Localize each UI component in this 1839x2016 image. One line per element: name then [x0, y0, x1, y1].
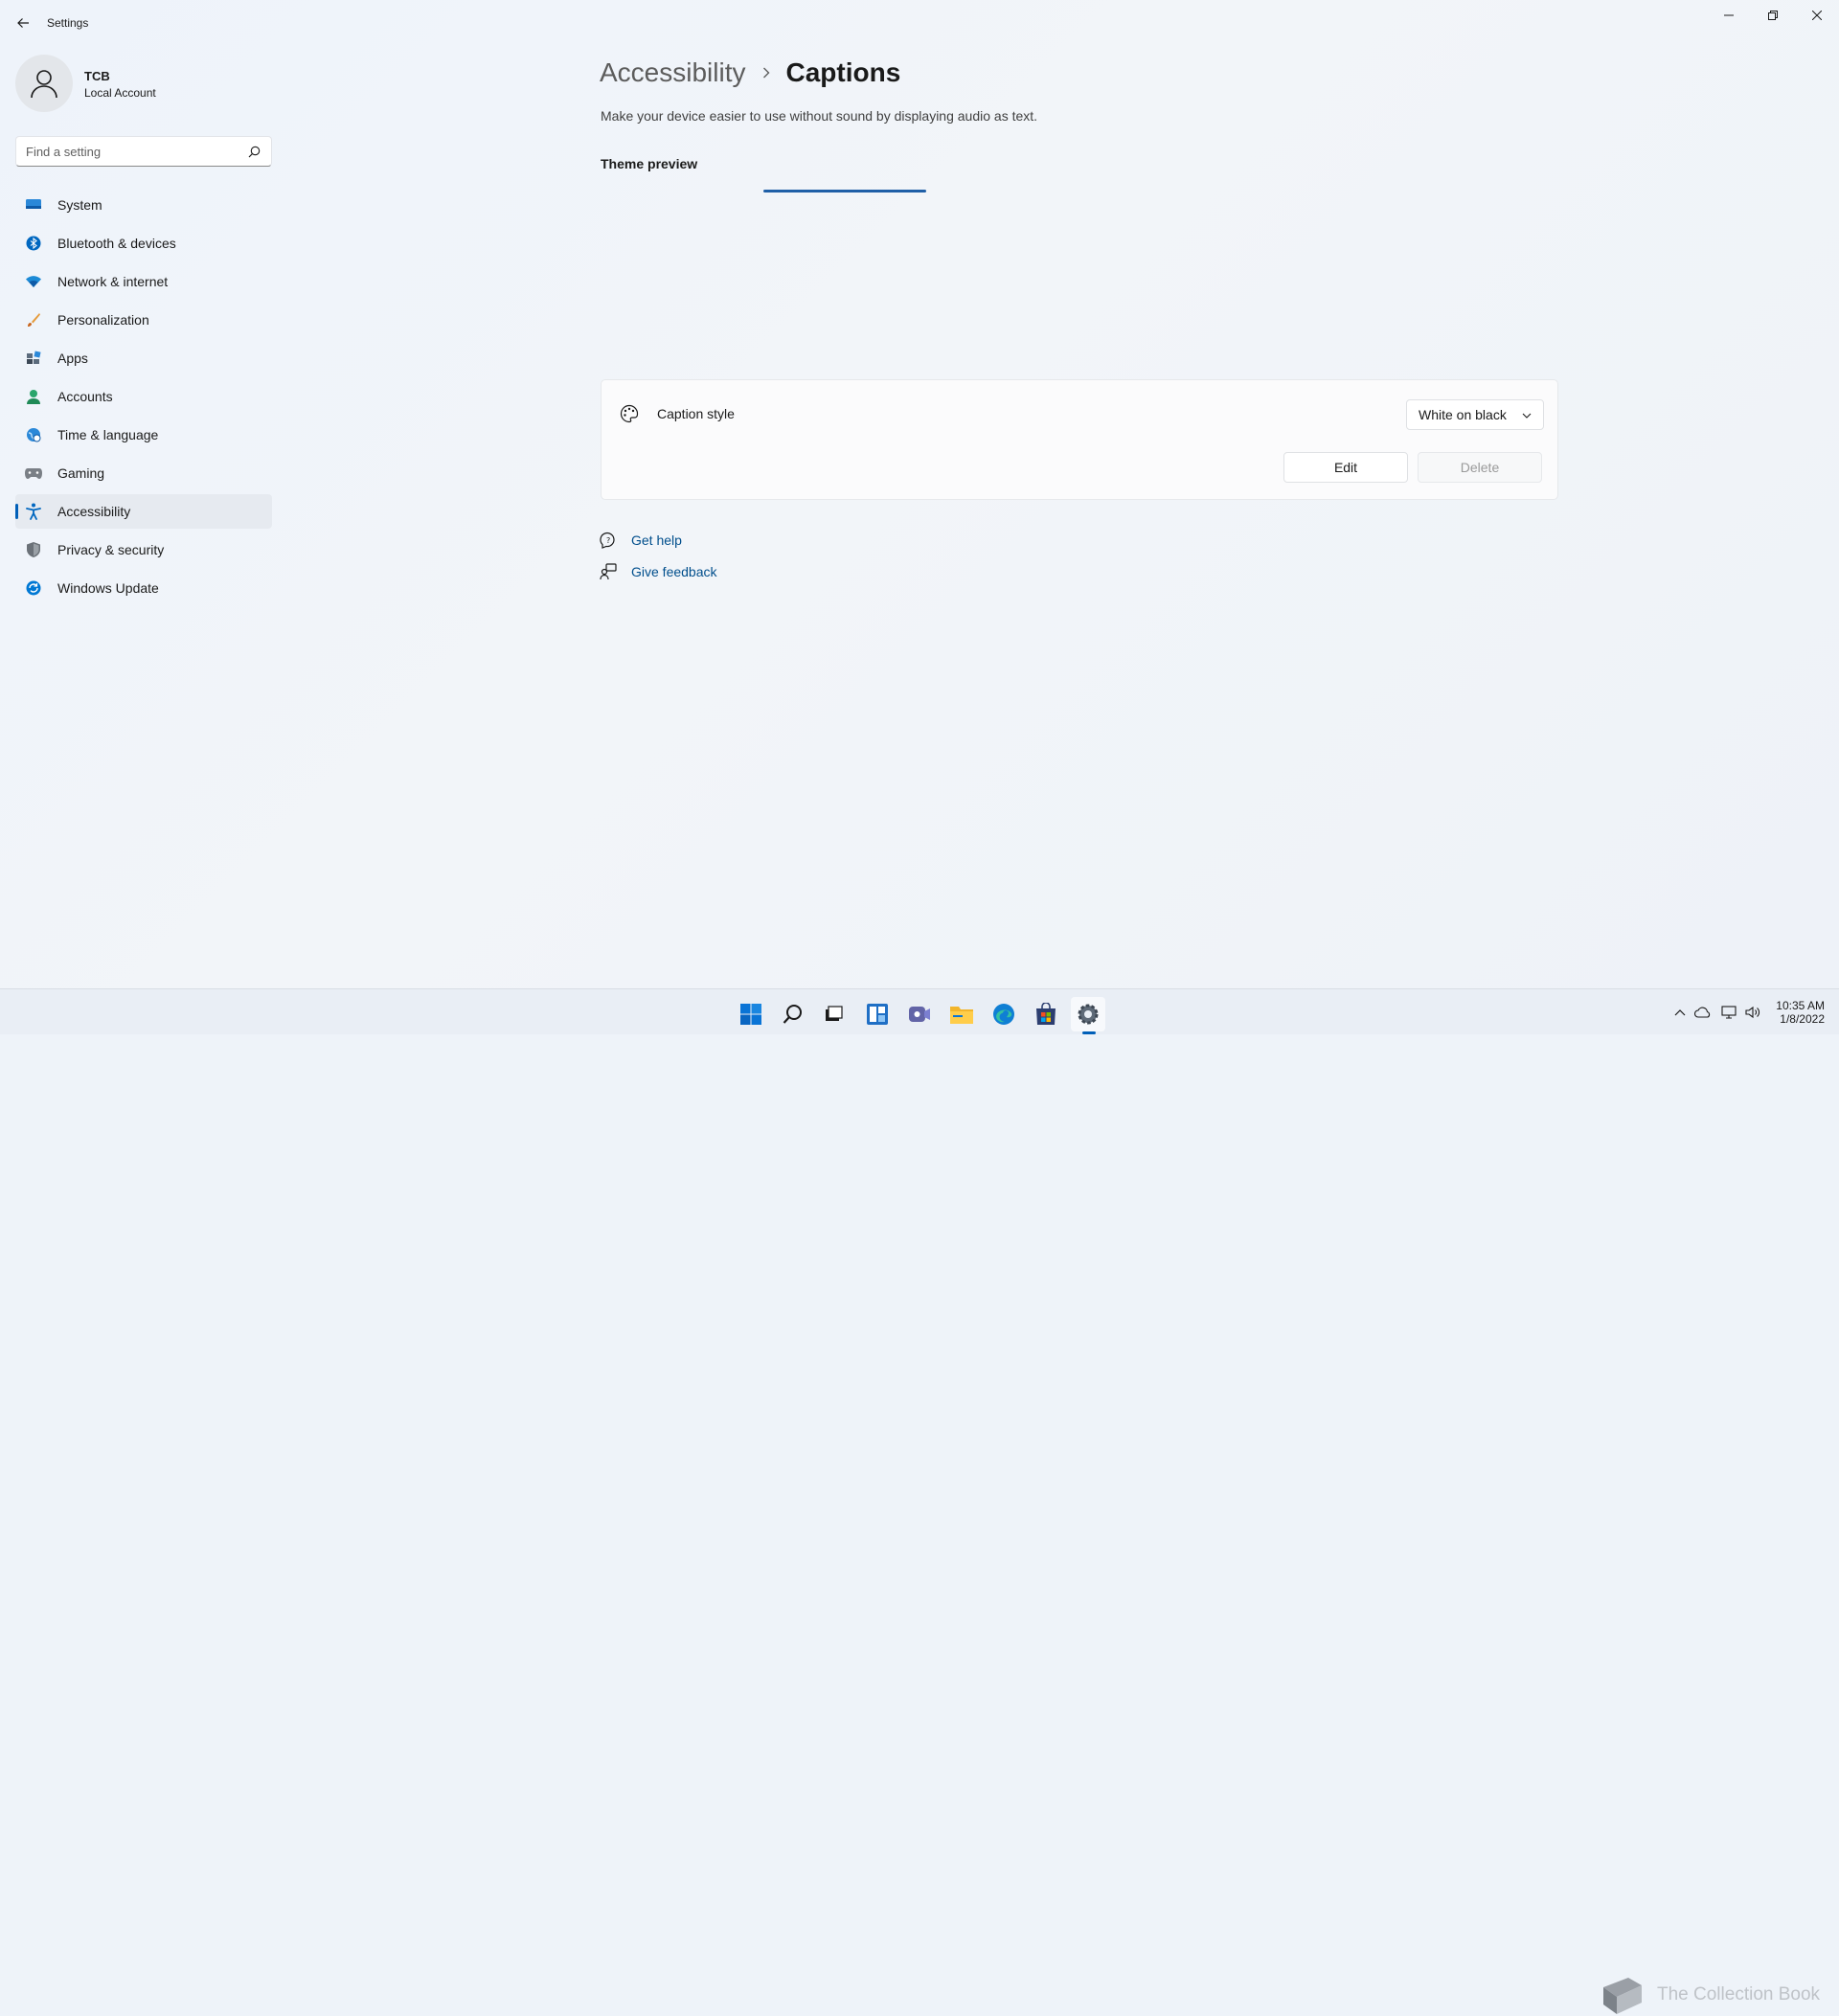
accessibility-icon: [25, 503, 42, 520]
update-icon: [25, 579, 42, 597]
onedrive-icon[interactable]: [1693, 1003, 1713, 1022]
store-icon[interactable]: [1029, 997, 1063, 1031]
breadcrumb: Accessibility Captions: [600, 54, 900, 92]
settings-window: Settings TCB Local Account System: [0, 0, 1839, 988]
close-button[interactable]: [1795, 0, 1839, 31]
book-logo-icon: [1603, 1978, 1642, 2014]
sidebar-item-time-language[interactable]: Time & language: [15, 418, 272, 452]
breadcrumb-parent[interactable]: Accessibility: [600, 57, 745, 88]
network-icon[interactable]: [1719, 1003, 1738, 1022]
wifi-icon: [25, 273, 42, 290]
app-title: Settings: [47, 16, 89, 30]
feedback-icon: [600, 563, 617, 580]
page-title: Captions: [785, 57, 901, 87]
page-description: Make your device easier to use without s…: [601, 108, 1038, 124]
caption-style-dropdown[interactable]: White on black: [1406, 399, 1544, 430]
sidebar-item-label: Personalization: [57, 312, 149, 328]
sidebar-item-windows-update[interactable]: Windows Update: [15, 571, 272, 605]
get-help-link[interactable]: ? Get help: [600, 532, 682, 549]
bluetooth-icon: [25, 235, 42, 252]
sidebar-item-label: Bluetooth & devices: [57, 236, 176, 251]
sidebar-item-label: Windows Update: [57, 580, 159, 596]
clock[interactable]: 10:35 AM 1/8/2022: [1772, 999, 1825, 1026]
accounts-icon: [25, 388, 42, 405]
palette-icon: [619, 403, 640, 424]
sidebar-item-gaming[interactable]: Gaming: [15, 456, 272, 490]
taskbar-search-icon[interactable]: [776, 997, 810, 1031]
minimize-icon: [1724, 14, 1734, 16]
delete-button: Delete: [1418, 452, 1542, 483]
brush-icon: [25, 311, 42, 328]
help-chat-icon: ?: [600, 532, 617, 549]
watermark-text: The Collection Book: [1657, 1984, 1821, 2005]
chevron-up-icon[interactable]: [1670, 1003, 1690, 1022]
get-help-label: Get help: [631, 532, 682, 548]
theme-preview-title: Theme preview: [601, 156, 698, 171]
sidebar-item-label: Accessibility: [57, 504, 131, 519]
user-icon: [31, 70, 57, 99]
minimize-button[interactable]: [1707, 0, 1751, 31]
shield-icon: [25, 541, 42, 558]
volume-icon[interactable]: [1743, 1003, 1762, 1022]
edit-button[interactable]: Edit: [1283, 452, 1408, 483]
chevron-right-icon: [762, 67, 770, 79]
theme-preview-loading-bar: [763, 190, 926, 193]
restore-icon: [1768, 11, 1778, 20]
search-input[interactable]: [26, 144, 246, 159]
clock-time: 10:35 AM: [1776, 999, 1825, 1012]
title-bar: Settings: [0, 0, 1839, 46]
taskbar: The Collection Book 10:35 AM 1/8/2022: [0, 988, 1839, 2014]
user-name: TCB: [84, 69, 110, 83]
sidebar-item-network-internet[interactable]: Network & internet: [15, 264, 272, 299]
widgets-icon[interactable]: [860, 997, 895, 1031]
edge-icon[interactable]: [987, 997, 1021, 1031]
account-type: Local Account: [84, 86, 156, 100]
sidebar-item-apps[interactable]: Apps: [15, 341, 272, 375]
apps-icon: [25, 350, 42, 367]
back-arrow-icon: [17, 18, 29, 28]
chat-icon[interactable]: [902, 997, 937, 1031]
sidebar-item-label: Accounts: [57, 389, 113, 404]
caption-style-value: White on black: [1419, 407, 1507, 422]
sidebar-item-label: Apps: [57, 351, 88, 366]
clock-date: 1/8/2022: [1780, 1012, 1825, 1026]
back-button[interactable]: [11, 11, 34, 34]
search-icon[interactable]: [246, 144, 261, 159]
search-box[interactable]: [15, 136, 272, 167]
gamepad-icon: [25, 464, 42, 482]
avatar[interactable]: [15, 55, 73, 112]
sidebar-item-personalization[interactable]: Personalization: [15, 303, 272, 337]
sidebar-item-label: Privacy & security: [57, 542, 165, 557]
sidebar-item-bluetooth-devices[interactable]: Bluetooth & devices: [15, 226, 272, 260]
sidebar-item-label: Gaming: [57, 465, 105, 481]
sidebar-item-label: Time & language: [57, 427, 159, 442]
sidebar-item-system[interactable]: System: [15, 188, 272, 222]
watermark: The Collection Book: [1598, 1974, 1820, 2016]
sidebar-item-accounts[interactable]: Accounts: [15, 379, 272, 414]
task-view-icon[interactable]: [816, 997, 851, 1031]
give-feedback-label: Give feedback: [631, 564, 717, 579]
svg-text:?: ?: [606, 536, 610, 545]
caption-style-label: Caption style: [657, 406, 735, 421]
chevron-down-icon: [1522, 406, 1532, 423]
sidebar-item-accessibility[interactable]: Accessibility: [15, 494, 272, 529]
system-icon: [25, 196, 42, 214]
start-icon[interactable]: [734, 997, 768, 1031]
sidebar-nav: System Bluetooth & devices Network & int…: [15, 188, 272, 609]
caption-style-card: Caption style White on black Edit Delete: [601, 379, 1558, 500]
give-feedback-link[interactable]: Give feedback: [600, 563, 717, 580]
close-icon: [1812, 11, 1822, 20]
sidebar-item-label: System: [57, 197, 102, 213]
sidebar-item-privacy-security[interactable]: Privacy & security: [15, 532, 272, 567]
settings-icon[interactable]: [1071, 997, 1105, 1031]
sidebar-item-label: Network & internet: [57, 274, 169, 289]
file-explorer-icon[interactable]: [944, 997, 979, 1031]
restore-button[interactable]: [1751, 0, 1795, 31]
globe-clock-icon: [25, 426, 42, 443]
